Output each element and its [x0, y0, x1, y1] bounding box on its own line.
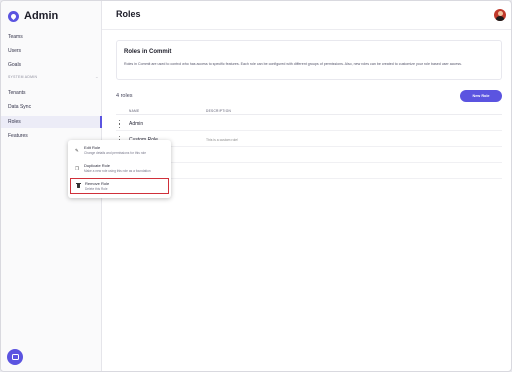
kebab-menu-icon[interactable]: [118, 120, 121, 128]
table-header: NAME DESCRIPTION: [116, 107, 502, 115]
chat-icon: [11, 354, 19, 360]
sidebar-item-roles[interactable]: Roles: [8, 119, 21, 125]
table-row[interactable]: Custom Role This is a custom role!: [116, 133, 502, 147]
role-name: Admin: [129, 121, 144, 127]
menu-item-title: Duplicate Role: [84, 163, 111, 168]
column-header-name: NAME: [129, 109, 140, 113]
menu-item-subtitle: Change details and permissions for this …: [84, 151, 147, 155]
column-header-description: DESCRIPTION: [206, 109, 232, 113]
chat-help-button[interactable]: [7, 349, 23, 365]
top-bar: Roles: [102, 1, 511, 30]
sidebar-item-features[interactable]: Features: [8, 133, 28, 139]
role-context-menu: ✎ Edit Role Change details and permissio…: [68, 140, 171, 198]
brand[interactable]: Admin: [8, 10, 58, 22]
menu-item-subtitle: Make a new role using this role as a fou…: [84, 169, 151, 173]
sidebar-section-system-admin[interactable]: SYSTEM ADMIN –: [8, 75, 98, 79]
section-label: SYSTEM ADMIN: [8, 75, 38, 79]
menu-item-subtitle: Delete this Role: [85, 187, 108, 191]
info-card-description: Roles in Commit are used to control who …: [124, 62, 462, 66]
info-card-title: Roles in Commit: [124, 49, 172, 55]
menu-item-title: Edit Role: [84, 145, 101, 150]
brand-name: Admin: [24, 10, 59, 22]
logo-icon: [8, 10, 19, 22]
sidebar-item-goals[interactable]: Goals: [8, 62, 21, 68]
sidebar-item-users[interactable]: Users: [8, 48, 21, 54]
menu-item-edit-role[interactable]: ✎ Edit Role Change details and permissio…: [70, 143, 169, 159]
sidebar-item-tenants[interactable]: Tenants: [8, 90, 26, 96]
sidebar-item-teams[interactable]: Teams: [8, 34, 23, 40]
pencil-icon: ✎: [75, 148, 79, 153]
trash-icon: [76, 182, 81, 188]
new-role-button[interactable]: New Role: [460, 90, 502, 102]
collapse-icon[interactable]: –: [96, 75, 98, 79]
menu-item-duplicate-role[interactable]: ❐ Duplicate Role Make a new role using t…: [70, 161, 169, 177]
table-row[interactable]: [116, 149, 502, 163]
duplicate-icon: ❐: [75, 166, 80, 171]
app-window: Admin Teams Users Goals SYSTEM ADMIN – T…: [0, 0, 512, 372]
roles-info-card: Roles in Commit Roles in Commit are used…: [116, 40, 502, 80]
role-description: This is a custom role!: [206, 138, 239, 142]
roles-count: 4 roles: [116, 93, 133, 99]
table-row[interactable]: [116, 165, 502, 179]
page-title: Roles: [116, 9, 141, 19]
user-avatar[interactable]: [494, 9, 506, 21]
menu-item-remove-role[interactable]: Remove Role Delete this Role: [70, 178, 169, 194]
menu-item-title: Remove Role: [85, 181, 110, 186]
sidebar-item-data-sync[interactable]: Data Sync: [8, 104, 31, 110]
table-row[interactable]: Admin: [116, 117, 502, 131]
